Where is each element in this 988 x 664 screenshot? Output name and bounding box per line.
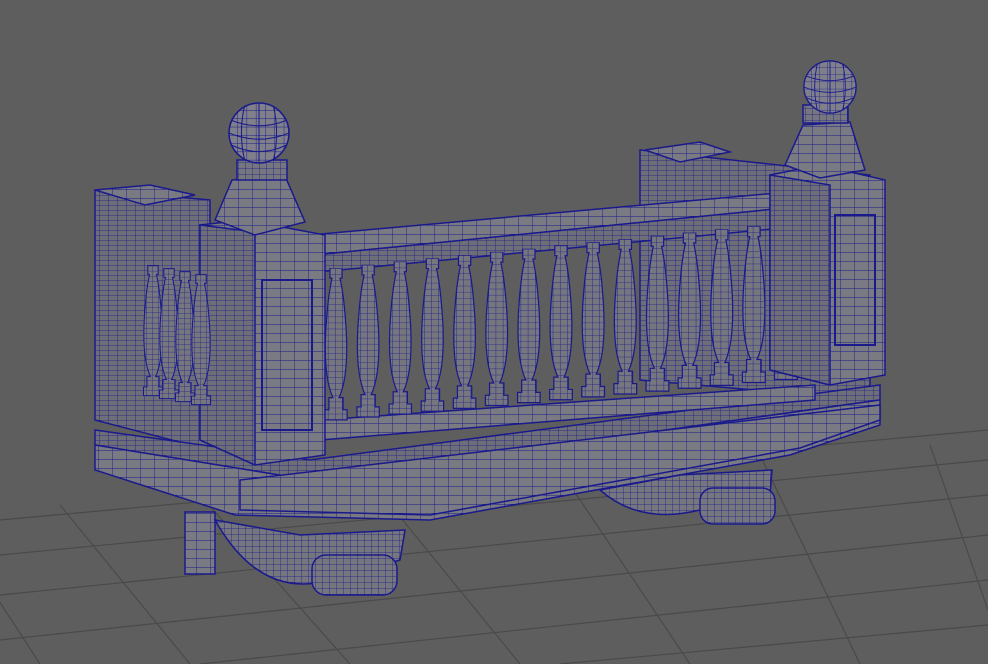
ball-finial-right[interactable] xyxy=(803,60,857,114)
wall-plate[interactable] xyxy=(184,511,216,575)
corner-post-left[interactable] xyxy=(199,159,326,467)
corner-post-right[interactable] xyxy=(769,104,886,386)
baluster[interactable] xyxy=(356,264,380,418)
baluster[interactable] xyxy=(484,251,509,407)
baluster[interactable] xyxy=(324,268,348,421)
scroll-bracket-left-roll[interactable] xyxy=(311,554,398,596)
baluster[interactable] xyxy=(420,258,445,412)
baluster[interactable] xyxy=(388,261,413,415)
ball-finial-left[interactable] xyxy=(228,102,290,164)
baluster[interactable] xyxy=(581,242,606,398)
viewport-3d[interactable] xyxy=(0,0,988,664)
baluster[interactable] xyxy=(549,245,573,401)
baluster[interactable] xyxy=(613,239,638,395)
scroll-bracket-right-roll[interactable] xyxy=(699,487,776,525)
viewport-canvas[interactable] xyxy=(0,0,988,664)
baluster[interactable] xyxy=(452,255,477,409)
baluster[interactable] xyxy=(516,248,541,404)
balcony-model[interactable] xyxy=(94,60,886,596)
